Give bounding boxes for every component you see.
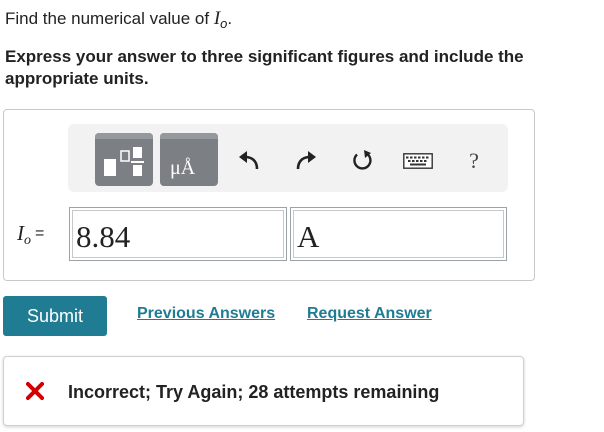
question-suffix: .	[227, 9, 233, 28]
keyboard-button[interactable]	[402, 148, 434, 174]
unit-input[interactable]: A	[290, 207, 507, 261]
templates-button[interactable]	[95, 133, 153, 186]
redo-icon	[296, 151, 316, 170]
keyboard-icon	[403, 153, 433, 169]
help-button[interactable]: ?	[461, 148, 487, 174]
question-subscript: o	[220, 16, 228, 31]
feedback-text: Incorrect; Try Again; 28 attempts remain…	[68, 382, 440, 402]
value-text: 8.84	[76, 219, 131, 254]
answer-label-equals: =	[35, 225, 45, 242]
redo-button[interactable]	[293, 148, 319, 174]
x-icon	[25, 381, 45, 405]
question-prefix: Find the numerical value of	[5, 9, 214, 28]
submit-button[interactable]: Submit	[3, 296, 107, 336]
question-instructions: Express your answer to three significant…	[5, 47, 524, 88]
answer-label-subscript: o	[24, 233, 31, 248]
undo-icon	[239, 151, 259, 170]
templates-icon	[104, 147, 144, 176]
reset-button[interactable]	[350, 148, 376, 174]
units-icon: μÅ	[170, 157, 196, 179]
answer-label: Io =	[17, 221, 45, 248]
request-answer-link[interactable]: Request Answer	[307, 305, 432, 323]
answer-label-variable: I	[17, 221, 24, 245]
previous-answers-link[interactable]: Previous Answers	[137, 305, 275, 323]
value-input[interactable]: 8.84	[69, 207, 287, 261]
question-prompt: Find the numerical value of Io.	[5, 8, 233, 31]
undo-button[interactable]	[236, 148, 262, 174]
reset-icon	[353, 150, 372, 170]
unit-text: A	[297, 219, 320, 254]
units-button[interactable]: μÅ	[160, 133, 218, 186]
